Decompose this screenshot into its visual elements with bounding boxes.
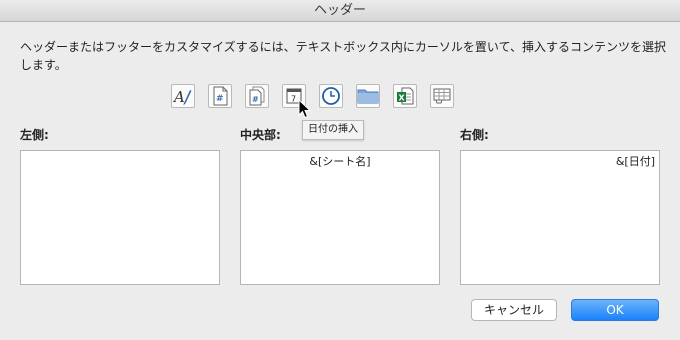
folder-icon bbox=[357, 89, 379, 104]
right-section-textbox[interactable]: &[日付] bbox=[460, 150, 660, 285]
left-section-label: 左側: bbox=[20, 128, 49, 142]
right-section-label: 右側: bbox=[460, 128, 489, 142]
insert-time-button[interactable] bbox=[319, 84, 343, 108]
center-section-textbox[interactable]: &[シート名] bbox=[240, 150, 440, 285]
cancel-button[interactable]: キャンセル bbox=[471, 299, 557, 321]
page-number-icon: # bbox=[213, 86, 228, 106]
mouse-cursor-icon bbox=[298, 99, 312, 119]
insert-sheet-name-button[interactable] bbox=[430, 84, 454, 108]
svg-text:#: # bbox=[216, 94, 224, 104]
number-of-pages-icon: # bbox=[249, 86, 265, 106]
svg-text:#: # bbox=[252, 95, 259, 104]
sheet-tab-icon bbox=[433, 88, 451, 104]
insert-number-of-pages-button[interactable]: # bbox=[245, 84, 269, 108]
format-text-button[interactable]: A bbox=[171, 84, 195, 108]
insert-page-number-button[interactable]: # bbox=[208, 84, 232, 108]
insert-file-path-button[interactable] bbox=[356, 84, 380, 108]
svg-text:7: 7 bbox=[291, 95, 296, 104]
clock-icon bbox=[322, 87, 340, 105]
right-section-value: &[日付] bbox=[615, 155, 655, 168]
left-section-textbox[interactable] bbox=[20, 150, 220, 285]
ok-button[interactable]: OK bbox=[571, 299, 659, 321]
window-title: ヘッダー bbox=[313, 3, 366, 18]
svg-text:X: X bbox=[399, 94, 406, 103]
tooltip: 日付の挿入 bbox=[302, 120, 364, 140]
excel-file-icon: X bbox=[397, 87, 414, 105]
center-section-label: 中央部: bbox=[240, 128, 281, 142]
insert-file-name-button[interactable]: X bbox=[393, 84, 417, 108]
format-text-icon: A bbox=[173, 88, 192, 106]
instructions-text: ヘッダーまたはフッターをカスタマイズするには、テキストボックス内にカーソルを置い… bbox=[20, 40, 666, 72]
window-titlebar: ヘッダー bbox=[0, 0, 680, 22]
center-section-value: &[シート名] bbox=[309, 155, 371, 168]
svg-text:A: A bbox=[173, 88, 185, 106]
